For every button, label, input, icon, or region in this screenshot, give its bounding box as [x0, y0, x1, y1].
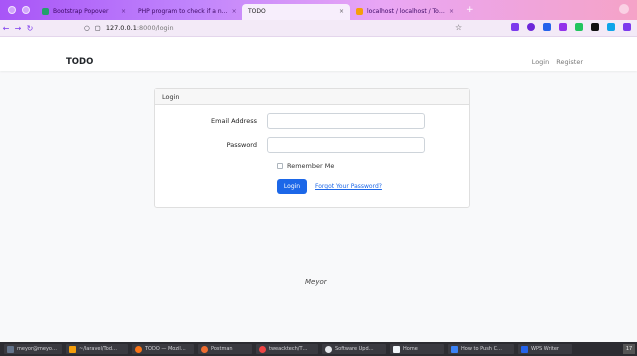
new-tab-button[interactable]: + — [460, 5, 480, 15]
taskbar-item-browser2[interactable]: tweacktech/T… — [256, 344, 318, 354]
taskbar-label: Home — [403, 346, 418, 352]
footer-text: Meyor — [305, 278, 327, 286]
document-icon — [451, 345, 458, 353]
forward-arrow-icon[interactable]: → — [12, 24, 24, 33]
wps-writer-icon — [521, 345, 528, 353]
address-bar[interactable]: ○ ▢ 127.0.0.1:8000/login — [84, 24, 174, 32]
browser-tab-strip: Bootstrap Popover × PHP program to check… — [0, 0, 637, 20]
window-menu-button[interactable] — [8, 6, 16, 14]
taskbar-label: Postman — [211, 346, 233, 352]
browser-menu-icon[interactable] — [619, 4, 629, 14]
browser-tab-phpmyadmin[interactable]: localhost / localhost / To… × — [350, 4, 460, 20]
taskbar-item-files[interactable]: ~/laravel/Tod… — [66, 344, 128, 354]
taskbar-label: meyor@meyo… — [17, 346, 57, 352]
email-row: Email Address — [155, 113, 471, 129]
email-field[interactable] — [267, 113, 425, 129]
extension-icon[interactable] — [575, 23, 583, 31]
url-host: 127.0.0.1 — [105, 24, 137, 32]
reload-icon[interactable]: ↻ — [24, 24, 36, 33]
remember-me-row: Remember Me — [277, 162, 334, 170]
app-navbar: TODO Login Register — [0, 37, 637, 71]
postman-icon — [201, 345, 208, 353]
extension-icon[interactable] — [543, 23, 551, 31]
browser-icon — [259, 345, 266, 353]
page-content: TODO Login Register Login Email Address … — [0, 37, 637, 342]
brand-link[interactable]: TODO — [66, 57, 93, 67]
taskbar-item-firefox[interactable]: TODO — Mozil… — [132, 344, 194, 354]
remember-me-checkbox[interactable] — [277, 163, 283, 169]
system-tray[interactable]: 17 — [623, 344, 635, 354]
auth-links: Login Register — [532, 58, 583, 66]
tab-label: TODO — [248, 8, 266, 15]
extension-icons — [511, 23, 631, 31]
phpmyadmin-favicon-icon — [356, 8, 363, 15]
menu-icon[interactable] — [623, 23, 631, 31]
card-header: Login — [155, 89, 469, 105]
browser-tab-php-program[interactable]: PHP program to check if a n… × — [132, 4, 242, 20]
back-arrow-icon[interactable]: ← — [0, 24, 12, 33]
tab-close-icon[interactable]: × — [449, 8, 454, 15]
login-link[interactable]: Login — [532, 58, 550, 66]
shield-icon: ○ — [84, 24, 90, 32]
taskbar-label: How to Push C… — [461, 346, 503, 352]
taskbar-label: Software Upd… — [335, 346, 374, 352]
extension-icon[interactable] — [591, 23, 599, 31]
password-row: Password — [155, 137, 471, 153]
taskbar-label: TODO — Mozil… — [145, 346, 186, 352]
tab-label: localhost / localhost / To… — [367, 8, 445, 15]
window-controls — [0, 6, 36, 14]
folder-icon — [69, 345, 76, 353]
taskbar-item-how-to-push[interactable]: How to Push C… — [448, 344, 514, 354]
taskbar-item-software-update[interactable]: Software Upd… — [322, 344, 386, 354]
url-path: :8000/login — [136, 24, 174, 32]
bookmark-star-icon[interactable]: ☆ — [455, 23, 462, 32]
taskbar-item-home[interactable]: Home — [390, 344, 444, 354]
terminal-icon — [7, 345, 14, 353]
tab-close-icon[interactable]: × — [232, 8, 237, 15]
taskbar-item-terminal[interactable]: meyor@meyo… — [4, 344, 62, 354]
home-folder-icon — [393, 345, 400, 353]
taskbar-label: ~/laravel/Tod… — [79, 346, 117, 352]
window-pin-button[interactable] — [22, 6, 30, 14]
login-button[interactable]: Login — [277, 179, 307, 194]
extension-icon[interactable] — [607, 23, 615, 31]
register-link[interactable]: Register — [556, 58, 583, 66]
tab-label: PHP program to check if a n… — [138, 8, 228, 15]
password-label: Password — [226, 141, 257, 149]
actions-row: Login Forgot Your Password? — [277, 179, 382, 194]
bootstrap-favicon-icon — [42, 8, 49, 15]
browser-nav-bar: ← → ↻ ○ ▢ 127.0.0.1:8000/login ☆ — [0, 20, 637, 37]
password-field[interactable] — [267, 137, 425, 153]
page-icon: ▢ — [94, 24, 101, 32]
remember-me-label[interactable]: Remember Me — [287, 162, 334, 170]
os-taskbar: meyor@meyo… ~/laravel/Tod… TODO — Mozil…… — [0, 342, 637, 356]
firefox-icon — [135, 345, 142, 353]
forgot-password-link[interactable]: Forgot Your Password? — [315, 183, 382, 190]
taskbar-item-postman[interactable]: Postman — [198, 344, 252, 354]
tab-label: Bootstrap Popover — [53, 8, 109, 15]
browser-tab-todo-active[interactable]: TODO × — [242, 3, 350, 20]
taskbar-label: WPS Writer — [531, 346, 559, 352]
login-card: Login Email Address Password Remember Me… — [154, 88, 470, 208]
taskbar-item-wps-writer[interactable]: WPS Writer — [518, 344, 572, 354]
browser-tab-bootstrap-popover[interactable]: Bootstrap Popover × — [36, 4, 132, 20]
tab-close-icon[interactable]: × — [339, 8, 344, 15]
email-label: Email Address — [211, 117, 257, 125]
pocket-icon[interactable] — [511, 23, 519, 31]
update-icon — [325, 345, 332, 353]
extension-icon[interactable] — [527, 23, 535, 31]
library-icon[interactable] — [559, 23, 567, 31]
taskbar-label: tweacktech/T… — [269, 346, 308, 352]
tab-close-icon[interactable]: × — [121, 8, 126, 15]
